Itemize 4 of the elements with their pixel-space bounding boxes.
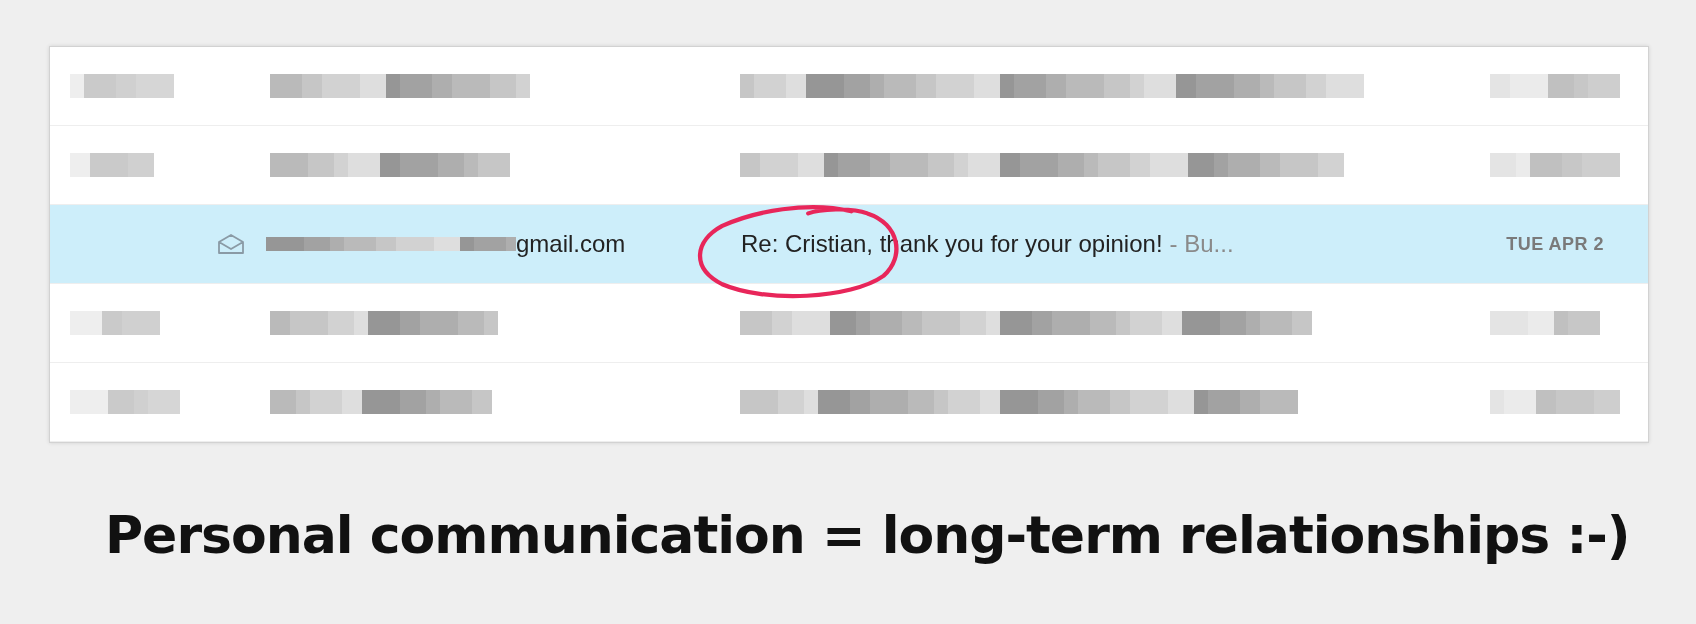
email-preview: - Bu...	[1169, 230, 1234, 257]
email-date: TUE APR 2	[1506, 233, 1604, 255]
caption: Personal communication = long-term relationships :-)	[104, 505, 1631, 565]
sender-address: gmail.com	[516, 230, 627, 258]
